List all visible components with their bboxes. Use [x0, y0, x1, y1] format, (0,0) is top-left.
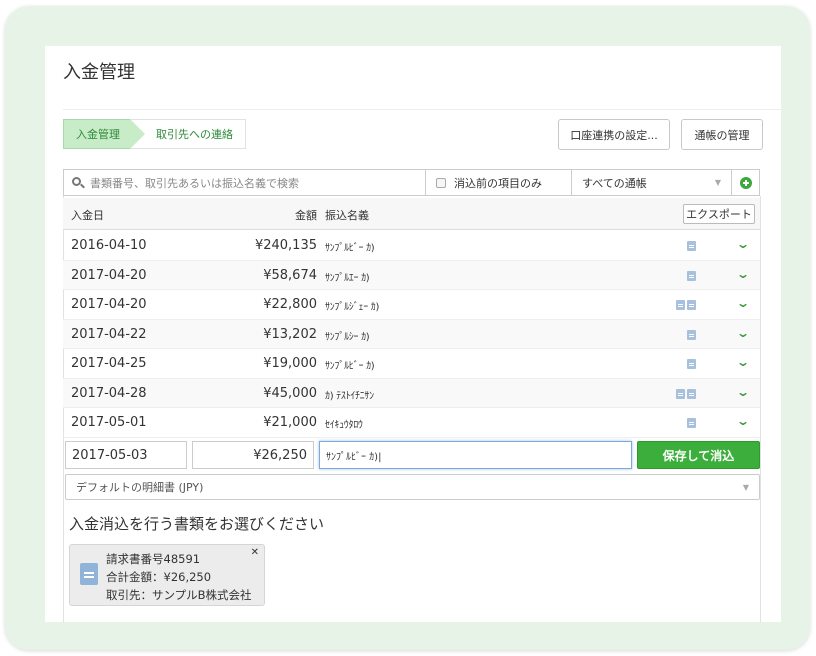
row-name: ｻﾝﾌﾟﾙｴｰ ｶ) — [325, 272, 370, 284]
selected-invoice-card[interactable]: 請求書番号48591 合計金額：¥26,250 取引先：サンプルB株式会社 ✕ — [69, 544, 265, 606]
row-amount: ¥45,000 — [263, 385, 317, 401]
row-amount: ¥240,135 — [254, 238, 317, 253]
chevron-down-icon[interactable]: ⌄ — [736, 267, 750, 281]
row-doc-icons — [676, 388, 696, 399]
step-nav: 入金管理 取引先への連絡 — [63, 119, 246, 149]
chevron-down-icon[interactable]: ⌄ — [736, 237, 750, 251]
document-icon — [687, 300, 696, 310]
row-doc-icons — [687, 418, 696, 428]
row-amount: ¥21,000 — [263, 415, 317, 430]
chevron-down-icon: ▼ — [714, 178, 721, 187]
row-doc-icons — [676, 300, 696, 310]
chevron-down-icon: ▼ — [742, 482, 749, 492]
invoice-total: 合計金額：¥26,250 — [106, 570, 212, 584]
document-icon — [687, 388, 696, 399]
search-bar: 書類番号、取引先あるいは振込名義で検索 消込前の項目のみ すべての通帳 ▼ — [63, 169, 760, 196]
table-row[interactable]: 2017-04-28 ¥45,000 ｶ) ﾃｽﾄｲﾁﾆｻﾝ ⌄ — [63, 378, 760, 408]
table-row[interactable]: 2017-04-20 ¥58,674 ｻﾝﾌﾟﾙｴｰ ｶ) ⌄ — [63, 260, 760, 290]
row-name: ｾｲｷｭｳﾀﾛｳ — [325, 420, 363, 431]
table-row[interactable]: 2016-04-10 ¥240,135 ｻﾝﾌﾟﾙﾋﾞｰ ｶ) ⌄ — [63, 231, 760, 261]
row-name: ｻﾝﾌﾟﾙﾋﾞｰ ｶ) — [325, 243, 375, 254]
search-input[interactable]: 書類番号、取引先あるいは振込名義で検索 — [63, 169, 426, 196]
unreconciled-filter[interactable]: 消込前の項目のみ — [426, 169, 571, 196]
document-icon — [676, 300, 685, 310]
statement-select-value: デフォルトの明細書 (JPY) — [76, 481, 204, 494]
account-select-value: すべての通帳 — [582, 176, 647, 190]
chevron-down-icon[interactable]: ⌄ — [736, 385, 750, 399]
chevron-down-icon[interactable]: ⌄ — [736, 355, 750, 369]
row-doc-icons — [687, 329, 696, 340]
row-date: 2017-04-28 — [71, 385, 147, 401]
amount-input[interactable]: ¥26,250 — [192, 441, 314, 469]
document-icon — [676, 388, 685, 399]
header-name: 振込名義 — [325, 209, 369, 222]
row-doc-icons — [687, 241, 696, 251]
row-name: ｶ) ﾃｽﾄｲﾁﾆｻﾝ — [325, 390, 374, 402]
table-row[interactable]: 2017-04-22 ¥13,202 ｻﾝﾌﾟﾙｼｰ ｶ) ⌄ — [63, 319, 760, 349]
table-row[interactable]: 2017-04-20 ¥22,800 ｻﾝﾌﾟﾙｼﾞｪｰ ｶ) ⌄ — [63, 290, 760, 320]
document-icon — [687, 418, 696, 428]
chevron-down-icon[interactable]: ⌄ — [736, 414, 750, 428]
payer-name-input[interactable]: ｻﾝﾌﾟﾙﾋﾞｰ ｶ)| — [319, 441, 632, 469]
row-date: 2017-04-25 — [71, 356, 147, 371]
chevron-down-icon[interactable]: ⌄ — [736, 326, 750, 340]
deposit-table-body: 2016-04-10 ¥240,135 ｻﾝﾌﾟﾙﾋﾞｰ ｶ) ⌄ 2017-0… — [63, 231, 760, 438]
invoice-number: 請求書番号48591 — [106, 552, 201, 566]
row-amount: ¥19,000 — [263, 356, 317, 371]
date-input[interactable]: 2017-05-03 — [65, 441, 187, 469]
header-amount: 金額 — [295, 209, 317, 222]
row-doc-icons — [687, 270, 696, 281]
account-select[interactable]: すべての通帳 ▼ — [571, 169, 732, 196]
row-date: 2017-04-20 — [71, 297, 147, 312]
main-panel: 入金管理 入金管理 取引先への連絡 口座連携の設定... 通帳の管理 書類番号、… — [45, 46, 781, 622]
invoice-document-icon — [80, 563, 98, 585]
document-icon — [687, 359, 696, 369]
unreconciled-filter-label: 消込前の項目のみ — [454, 176, 542, 190]
export-button[interactable]: エクスポート — [683, 204, 755, 224]
close-icon[interactable]: ✕ — [251, 547, 259, 558]
row-name: ｻﾝﾌﾟﾙｼﾞｪｰ ｶ) — [325, 302, 380, 313]
save-and-reconcile-button[interactable]: 保存して消込 — [637, 441, 760, 469]
invoice-client: 取引先：サンプルB株式会社 — [106, 588, 252, 602]
chevron-down-icon[interactable]: ⌄ — [736, 296, 750, 310]
invoice-card-details: 請求書番号48591 合計金額：¥26,250 取引先：サンプルB株式会社 — [106, 550, 252, 604]
document-icon — [687, 329, 696, 340]
step-deposit-management[interactable]: 入金管理 — [63, 119, 145, 149]
statement-select[interactable]: デフォルトの明細書 (JPY) ▼ — [65, 474, 760, 500]
bankbook-button[interactable]: 通帳の管理 — [681, 119, 763, 150]
row-amount: ¥58,674 — [263, 267, 317, 283]
row-amount: ¥13,202 — [263, 326, 317, 342]
search-icon — [72, 176, 85, 189]
row-name: ｻﾝﾌﾟﾙﾋﾞｰ ｶ) — [325, 361, 375, 372]
window-frame: 入金管理 入金管理 取引先への連絡 口座連携の設定... 通帳の管理 書類番号、… — [5, 6, 810, 650]
table-header: 入金日 金額 振込名義 エクスポート — [63, 198, 760, 230]
unreconciled-checkbox[interactable] — [436, 177, 446, 188]
plus-circle-icon — [739, 176, 752, 189]
row-amount: ¥22,800 — [263, 297, 317, 312]
row-date: 2017-04-22 — [71, 326, 147, 342]
row-name: ｻﾝﾌﾟﾙｼｰ ｶ) — [325, 331, 370, 343]
table-row[interactable]: 2017-05-01 ¥21,000 ｾｲｷｭｳﾀﾛｳ ⌄ — [63, 408, 760, 438]
title-divider — [63, 109, 781, 110]
document-icon — [687, 270, 696, 281]
page-title: 入金管理 — [63, 62, 135, 83]
document-icon — [687, 241, 696, 251]
add-button[interactable] — [732, 169, 760, 196]
bank-settings-button[interactable]: 口座連携の設定... — [558, 119, 670, 150]
table-row[interactable]: 2017-04-25 ¥19,000 ｻﾝﾌﾟﾙﾋﾞｰ ｶ) ⌄ — [63, 349, 760, 379]
table-border-right — [760, 196, 761, 622]
choose-documents-title: 入金消込を行う書類をお選びください — [69, 515, 325, 533]
search-placeholder: 書類番号、取引先あるいは振込名義で検索 — [90, 176, 299, 190]
row-date: 2017-05-01 — [71, 415, 147, 430]
new-deposit-row: 2017-05-03 ¥26,250 ｻﾝﾌﾟﾙﾋﾞｰ ｶ)| 保存して消込 — [63, 439, 760, 469]
step-contact-client[interactable]: 取引先への連絡 — [130, 119, 246, 149]
header-date: 入金日 — [71, 209, 104, 222]
row-date: 2017-04-20 — [71, 267, 147, 283]
row-doc-icons — [687, 359, 696, 369]
row-date: 2016-04-10 — [71, 238, 147, 253]
